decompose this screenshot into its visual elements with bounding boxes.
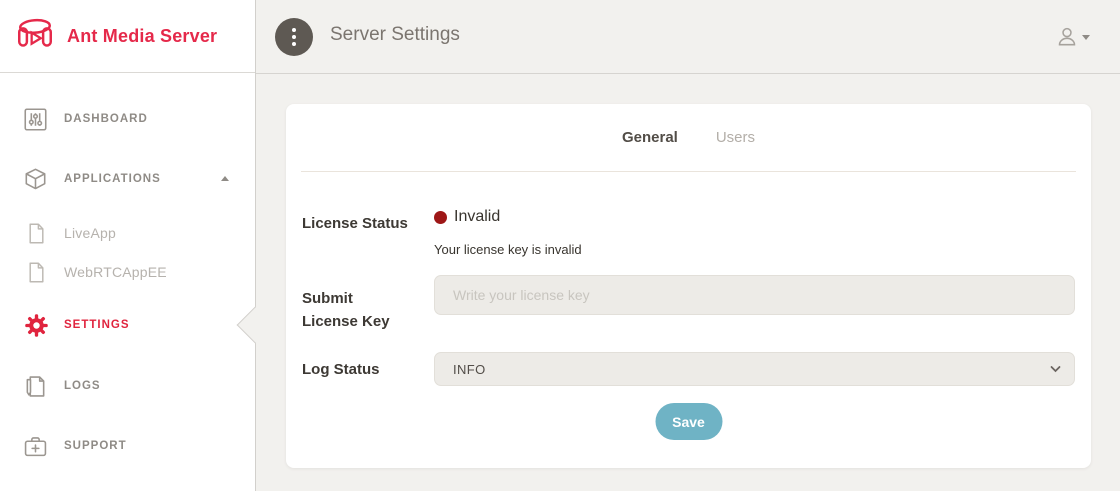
user-menu[interactable] (1056, 26, 1090, 48)
tab-users[interactable]: Users (716, 129, 755, 146)
tab-general[interactable]: General (622, 129, 678, 146)
person-icon (1056, 26, 1078, 48)
license-status-value: Invalid (434, 208, 500, 226)
sidebar-item-applications[interactable]: APPLICATIONS (0, 159, 255, 199)
file-icon (28, 223, 64, 244)
log-status-select[interactable]: INFO (434, 352, 1075, 386)
brand-name: Ant Media Server (67, 26, 217, 47)
log-document-icon (24, 375, 64, 398)
first-aid-kit-icon (24, 436, 64, 457)
log-status-label: Log Status (302, 360, 432, 380)
header-bar: Server Settings (256, 0, 1120, 74)
settings-card: General Users License Status Invalid You… (286, 104, 1091, 468)
license-status-message: Your license key is invalid (434, 242, 582, 258)
kebab-vertical-icon[interactable] (275, 18, 313, 56)
kebab-dot (292, 35, 296, 39)
sidebar-item-liveapp[interactable]: LiveApp (0, 215, 255, 251)
sidebar-item-logs[interactable]: LOGS (0, 366, 255, 406)
sidebar-item-label: WebRTCAppEE (64, 264, 167, 280)
sidebar-item-label: APPLICATIONS (64, 173, 161, 185)
chevron-down-icon (1082, 35, 1090, 40)
content-area: General Users License Status Invalid You… (256, 74, 1120, 491)
tabs-divider (301, 171, 1076, 172)
dashboard-sliders-icon (24, 108, 64, 131)
license-status-text: Invalid (454, 208, 500, 226)
sidebar-item-label: SETTINGS (64, 319, 130, 331)
chevron-up-icon[interactable] (221, 176, 229, 181)
sidebar-item-label: LOGS (64, 380, 101, 392)
submit-license-key-label: Submit License Key (302, 287, 402, 333)
applications-cube-icon (24, 168, 64, 190)
sidebar-item-label: DASHBOARD (64, 113, 148, 125)
sidebar-item-dashboard[interactable]: DASHBOARD (0, 99, 255, 139)
gear-icon (24, 313, 64, 338)
tab-bar: General Users (286, 104, 1091, 171)
ant-media-logo-icon (13, 15, 57, 57)
save-button[interactable]: Save (655, 403, 722, 440)
sidebar-item-webrtcappee[interactable]: WebRTCAppEE (0, 254, 255, 290)
sidebar-item-label: LiveApp (64, 225, 116, 241)
logo[interactable]: Ant Media Server (0, 0, 255, 73)
sidebar-item-support[interactable]: SUPPORT (0, 426, 255, 466)
sidebar: Ant Media Server DASHBOARD APPLICATIONS (0, 0, 256, 491)
sidebar-item-settings[interactable]: SETTINGS (0, 305, 255, 345)
kebab-dot (292, 28, 296, 32)
invalid-status-dot-icon (434, 211, 447, 224)
file-icon (28, 262, 64, 283)
kebab-dot (292, 42, 296, 46)
sidebar-item-label: SUPPORT (64, 440, 127, 452)
license-key-input[interactable] (434, 275, 1075, 315)
page-title: Server Settings (330, 24, 460, 46)
log-status-select-wrap: INFO (434, 352, 1075, 386)
license-status-label: License Status (302, 214, 432, 234)
